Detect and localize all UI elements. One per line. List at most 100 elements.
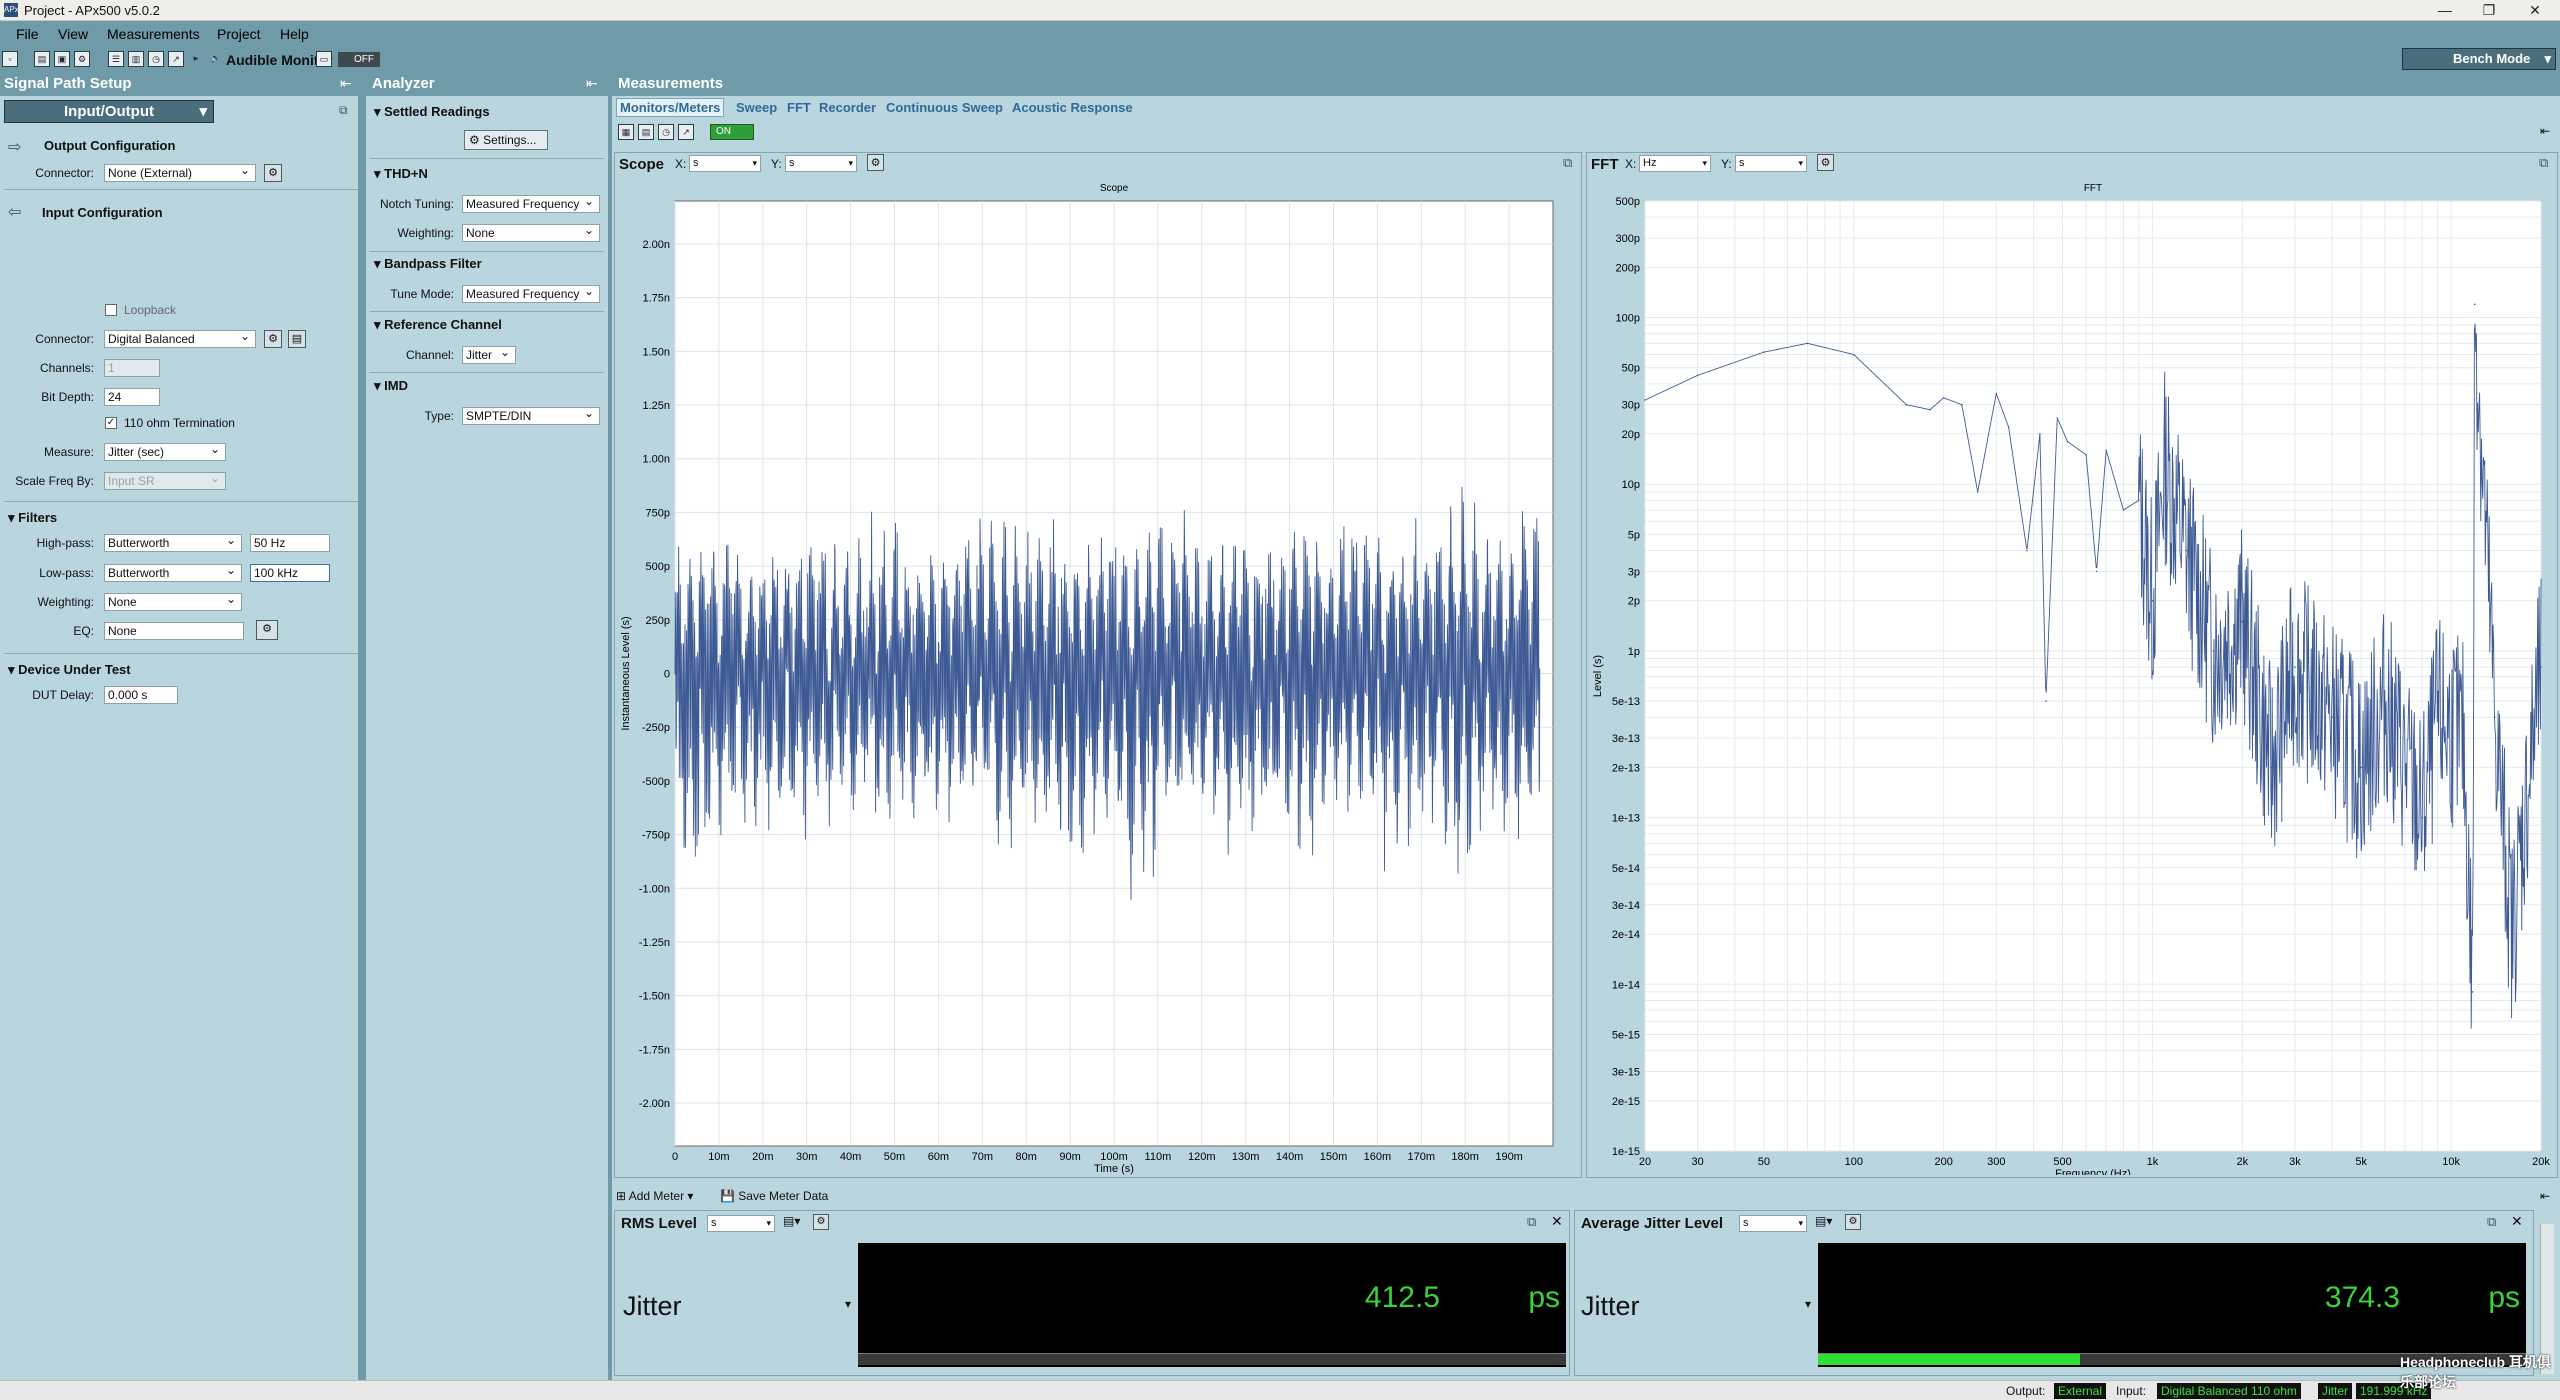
fft-chart-title: FFT [2084,183,2102,194]
open-project-icon[interactable]: ▤ [34,51,50,67]
refchan-title[interactable]: ▾ Reference Channel [374,317,502,333]
fft-x-unit-select[interactable]: Hz [1639,155,1711,172]
scope-x-unit-select[interactable]: s [689,155,761,172]
pin-icon[interactable]: ⇤ [2540,1189,2550,1203]
loopback-checkbox[interactable] [105,304,117,316]
avg-jitter-unit-select[interactable]: s [1739,1215,1807,1232]
channel-select[interactable]: Jitter [462,344,516,364]
avg-jitter-settings-gear-icon[interactable]: ⚙ [1845,1214,1861,1230]
close-icon[interactable]: ✕ [2512,0,2558,21]
highpass-frequency-input[interactable]: 50 Hz [250,534,330,552]
fft-chart[interactable]: FFT 20 30 50 100 200 300 500 1k 2k 3k 5k 10k 20k 500p 3… [1589,175,2555,1175]
save-meter-data-button[interactable]: 💾 Save Meter Data [720,1189,828,1203]
imd-type-select[interactable]: SMPTE/DIN [462,405,600,425]
fft-data-point [2066,440,2069,443]
tune-mode-select[interactable]: Measured Frequency [462,283,600,303]
chevron-down-icon[interactable]: ▾ [845,1297,851,1311]
menu-file[interactable]: File [16,26,39,42]
graph-layout-icon[interactable]: ▤ [638,124,654,140]
tab-acoustic-response[interactable]: Acoustic Response [1012,100,1133,115]
tab-monitors-meters[interactable]: Monitors/Meters [616,98,725,117]
menu-project[interactable]: Project [217,26,261,42]
fft-popout-icon[interactable]: ⧉ [2539,155,2548,171]
scope-chart[interactable]: Scope 0 10m 20m 30m 40m 50m 60m 70m 80m 90m 100m 110… [617,175,1579,1175]
tab-sweep[interactable]: Sweep [736,100,777,115]
speaker-icon[interactable]: 🔈 [208,51,224,67]
pin-icon[interactable]: ⇤ [586,75,598,92]
menu-measurements[interactable]: Measurements [107,26,200,42]
analyzer-weighting-select[interactable]: None [462,222,600,242]
on-toggle[interactable]: ON [710,124,754,140]
notch-tuning-select[interactable]: Measured Frequency [462,193,600,213]
highpass-type-select[interactable]: Butterworth [104,532,242,552]
popout-icon[interactable]: ⧉ [339,103,348,118]
input-settings-gear-icon[interactable]: ⚙ [264,330,282,348]
bit-depth-stepper[interactable]: 24 [104,388,160,406]
restore-icon[interactable]: ❐ [2466,0,2512,21]
imd-title[interactable]: ▾ IMD [374,378,408,394]
tab-fft[interactable]: FFT [787,100,811,115]
filter-weighting-select[interactable]: None [104,591,242,611]
fft-x-tick-label: 1k [2147,1156,2159,1168]
clock-icon[interactable]: ◷ [658,124,674,140]
chevron-down-icon[interactable]: ▾ [1805,1297,1811,1311]
io-selector-dropdown[interactable]: Input/Output ▾ [4,100,214,123]
audible-monitor-toggle[interactable]: OFF [338,52,380,67]
meter-options-icon[interactable]: ▤▾ [783,1214,800,1228]
monitor-level-icon[interactable]: ▭ [316,51,332,67]
avg-jitter-channel-label: Jitter [1581,1291,1640,1321]
fft-data-point [2331,716,2334,719]
fft-y-unit-select[interactable]: s [1735,155,1807,172]
save-project-icon[interactable]: ▣ [54,51,70,67]
play-icon[interactable]: ▸ [190,51,202,67]
output-connector-select[interactable]: None (External) [104,162,256,182]
settings-button[interactable]: ⚙ Settings... [464,130,548,150]
bandpass-title[interactable]: ▾ Bandpass Filter [374,256,482,272]
avg-jitter-popout-icon[interactable]: ⧉ [2487,1214,2496,1230]
dut-title[interactable]: ▾ Device Under Test [8,662,131,678]
termination-checkbox[interactable]: ✓ [105,417,117,429]
scope-settings-gear-icon[interactable]: ⚙ [867,154,884,171]
menu-view[interactable]: View [58,26,88,42]
rms-close-icon[interactable]: ✕ [1551,1213,1563,1230]
settled-readings-title[interactable]: ▾ Settled Readings [374,104,490,120]
sequence-icon[interactable]: ☰ [108,51,124,67]
graph-icon[interactable]: ↗ [168,51,184,67]
scope-y-unit-select[interactable]: s [785,155,857,172]
tab-continuous-sweep[interactable]: Continuous Sweep [886,100,1003,115]
minimize-icon[interactable]: — [2422,0,2468,21]
add-meter-button[interactable]: ⊞ Add Meter ▾ [616,1189,693,1203]
eq-field[interactable]: None [104,622,244,640]
meter-options-icon[interactable]: ▤▾ [1815,1214,1832,1228]
clock-icon[interactable]: ◷ [148,51,164,67]
trend-icon[interactable]: ↗ [678,124,694,140]
rms-popout-icon[interactable]: ⧉ [1527,1214,1536,1230]
rms-unit-select[interactable]: s [707,1215,775,1232]
input-panel-icon[interactable]: ▤ [288,330,306,348]
thdn-title[interactable]: ▾ THD+N [374,166,428,182]
lowpass-type-select[interactable]: Butterworth [104,562,242,582]
dut-delay-input[interactable]: 0.000 s [104,686,178,704]
tab-recorder[interactable]: Recorder [819,100,876,115]
scope-popout-icon[interactable]: ⧉ [1563,155,1572,171]
collapse-icon[interactable]: ⇤ [2540,124,2550,138]
bench-mode-dropdown[interactable]: Bench Mode ▾ [2402,48,2556,70]
input-connector-select[interactable]: Digital Balanced [104,328,256,348]
settings-icon[interactable]: ⚙ [74,51,90,67]
pin-icon[interactable]: ⇤ [340,75,352,92]
report-icon[interactable]: ▥ [128,51,144,67]
measure-select[interactable]: Jitter (sec) [104,441,226,461]
scale-freq-select[interactable]: Input SR [104,470,226,490]
lowpass-frequency-input[interactable]: 100 kHz [250,564,330,582]
avg-jitter-close-icon[interactable]: ✕ [2511,1213,2523,1230]
fft-data-point [2212,650,2215,652]
channels-stepper[interactable]: 1 [104,359,160,377]
output-settings-gear-icon[interactable]: ⚙ [264,164,282,182]
fft-settings-gear-icon[interactable]: ⚙ [1817,154,1834,171]
layout-icon[interactable]: ▦ [618,124,634,140]
new-project-icon[interactable]: ▫ [2,51,18,67]
menu-help[interactable]: Help [280,26,309,42]
filters-title[interactable]: ▾ Filters [8,510,57,526]
rms-settings-gear-icon[interactable]: ⚙ [813,1214,829,1230]
eq-settings-gear-icon[interactable]: ⚙ [256,620,278,640]
